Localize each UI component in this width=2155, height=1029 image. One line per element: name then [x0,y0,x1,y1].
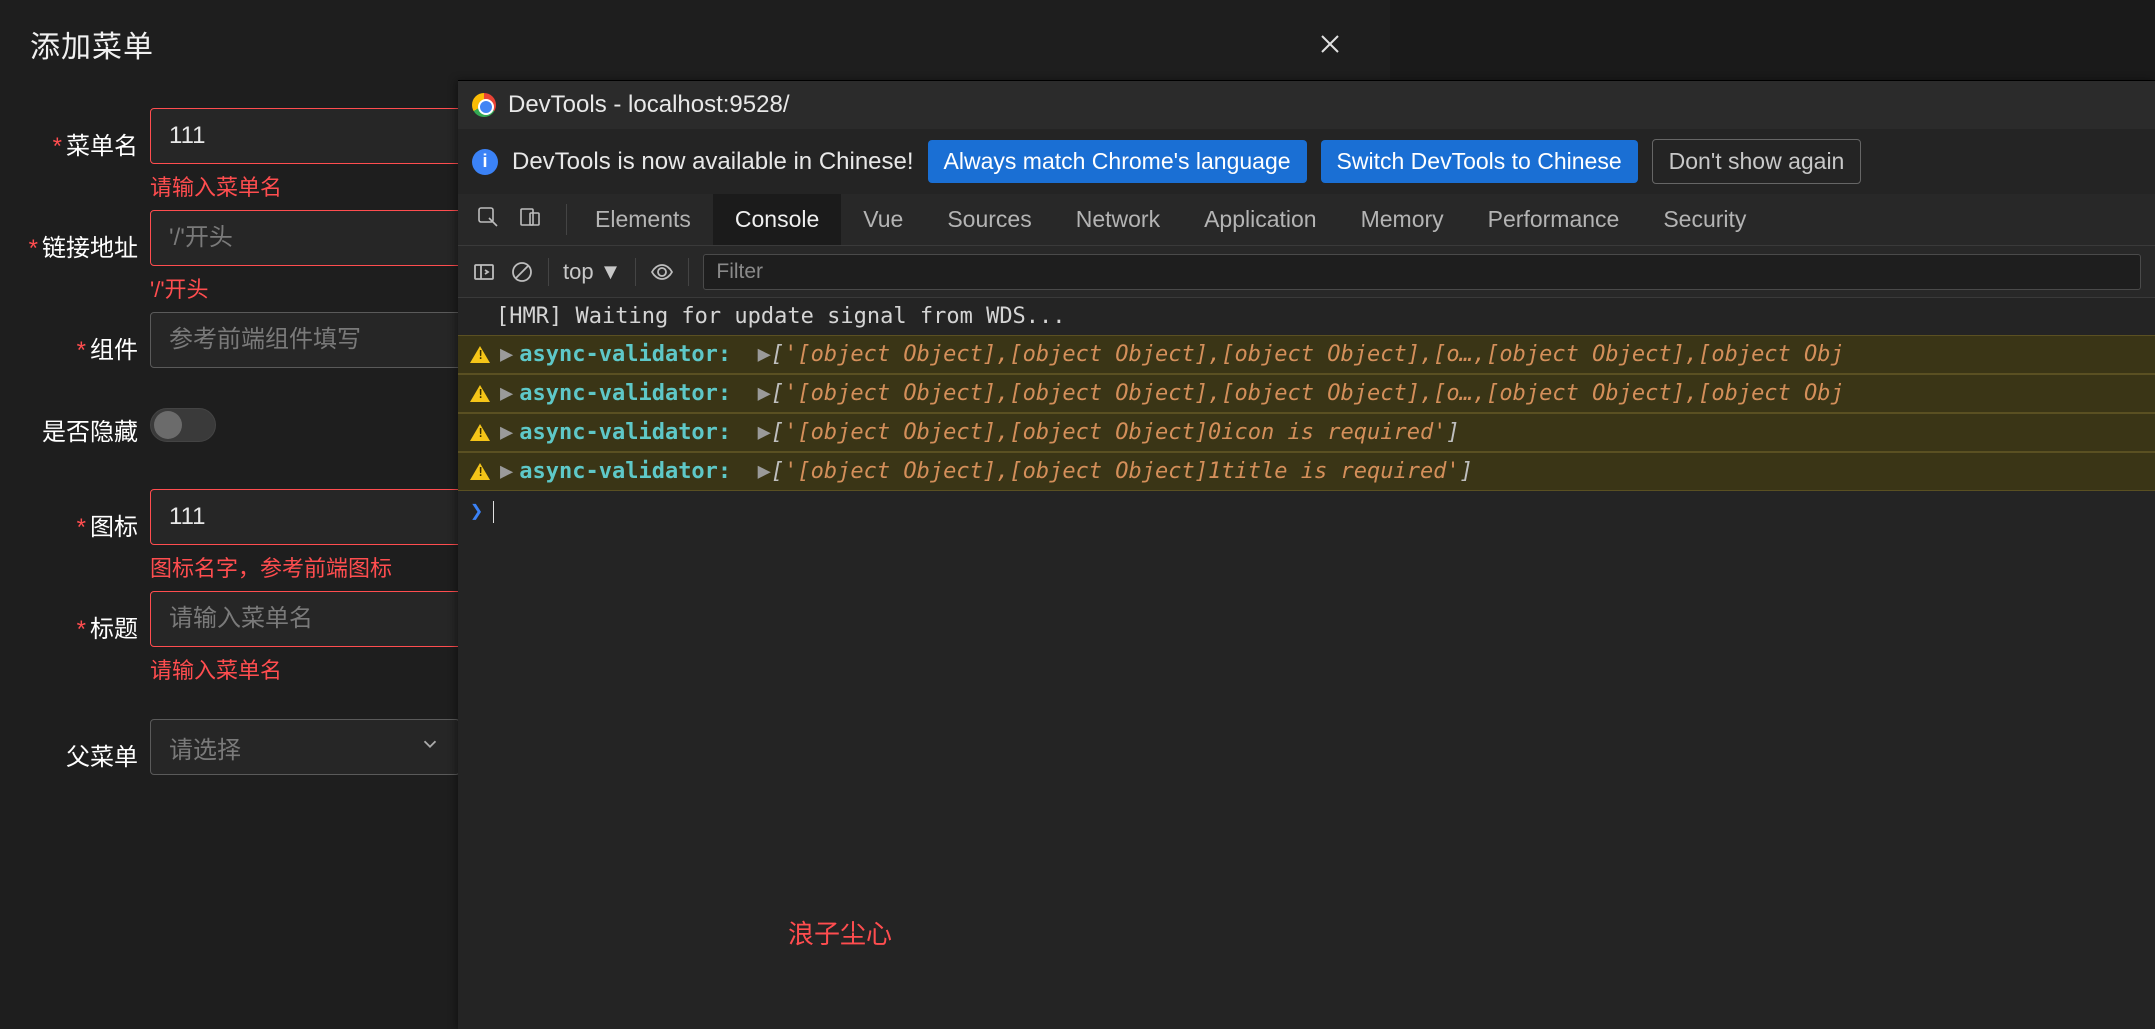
expand-icon[interactable]: ▶ [758,342,771,367]
toggle-knob [154,411,182,439]
console-prompt[interactable]: ❯ [458,491,2155,532]
label-link: *链接地址 [10,210,150,263]
device-toggle-icon[interactable] [518,205,542,234]
tab-performance[interactable]: Performance [1466,194,1642,245]
devtools-infobar: i DevTools is now available in Chinese! … [458,129,2155,194]
context-selector[interactable]: top ▼ [563,259,621,285]
inspect-icon[interactable] [476,205,500,234]
expand-icon[interactable]: ▶ [758,381,771,406]
live-expression-icon[interactable] [650,260,674,284]
parent-select-placeholder: 请选择 [169,730,241,765]
expand-icon[interactable]: ▶ [500,420,513,445]
tab-vue[interactable]: Vue [841,194,925,245]
console-toolbar: top ▼ [458,246,2155,298]
label-icon: *图标 [10,489,150,542]
expand-icon[interactable]: ▶ [758,420,771,445]
hidden-toggle[interactable] [150,408,216,442]
tab-application[interactable]: Application [1182,194,1339,245]
tab-memory[interactable]: Memory [1339,194,1466,245]
warning-icon [470,385,490,402]
tab-network[interactable]: Network [1054,194,1182,245]
console-filter-input[interactable] [703,254,2141,290]
tab-security[interactable]: Security [1641,194,1768,245]
chevron-down-icon [419,733,441,762]
match-language-button[interactable]: Always match Chrome's language [928,140,1307,183]
devtools-tabs: Elements Console Vue Sources Network App… [458,194,2155,246]
chrome-icon [472,93,496,117]
close-icon[interactable] [1310,24,1350,64]
parent-select[interactable]: 请选择 [150,719,460,775]
expand-icon[interactable]: ▶ [758,459,771,484]
infobar-message: DevTools is now available in Chinese! [512,148,914,176]
devtools-window: DevTools - localhost:9528/ i DevTools is… [458,80,2155,1029]
label-hidden: 是否隐藏 [10,394,150,447]
log-warning-line[interactable]: ▶ async-validator: ▶ ['[object Object],[… [458,413,2155,452]
tab-sources[interactable]: Sources [925,194,1053,245]
devtools-titlebar: DevTools - localhost:9528/ [458,81,2155,129]
console-log: [HMR] Waiting for update signal from WDS… [458,298,2155,1029]
tab-console[interactable]: Console [713,194,841,245]
log-warning-line[interactable]: ▶ async-validator: ▶ ['[object Object],[… [458,335,2155,374]
input-caret [493,501,494,523]
caret-down-icon: ▼ [600,259,622,285]
warning-icon [470,424,490,441]
switch-language-button[interactable]: Switch DevTools to Chinese [1321,140,1638,183]
devtools-title: DevTools - localhost:9528/ [508,91,789,119]
expand-icon[interactable]: ▶ [500,342,513,367]
label-menu-name: *菜单名 [10,108,150,161]
log-hmr-line: [HMR] Waiting for update signal from WDS… [458,298,2155,335]
label-title: *标题 [10,591,150,644]
info-icon: i [472,149,498,175]
dont-show-button[interactable]: Don't show again [1652,139,1862,184]
expand-icon[interactable]: ▶ [500,381,513,406]
clear-console-icon[interactable] [510,260,534,284]
expand-icon[interactable]: ▶ [500,459,513,484]
prompt-arrow-icon: ❯ [470,499,483,524]
warning-icon [470,346,490,363]
log-warning-line[interactable]: ▶ async-validator: ▶ ['[object Object],[… [458,374,2155,413]
warning-icon [470,463,490,480]
label-component: *组件 [10,312,150,365]
log-warning-line[interactable]: ▶ async-validator: ▶ ['[object Object],[… [458,452,2155,491]
label-parent: 父菜单 [10,719,150,772]
console-sidebar-toggle-icon[interactable] [472,260,496,284]
modal-title: 添加菜单 [30,22,154,66]
tab-elements[interactable]: Elements [573,194,713,245]
